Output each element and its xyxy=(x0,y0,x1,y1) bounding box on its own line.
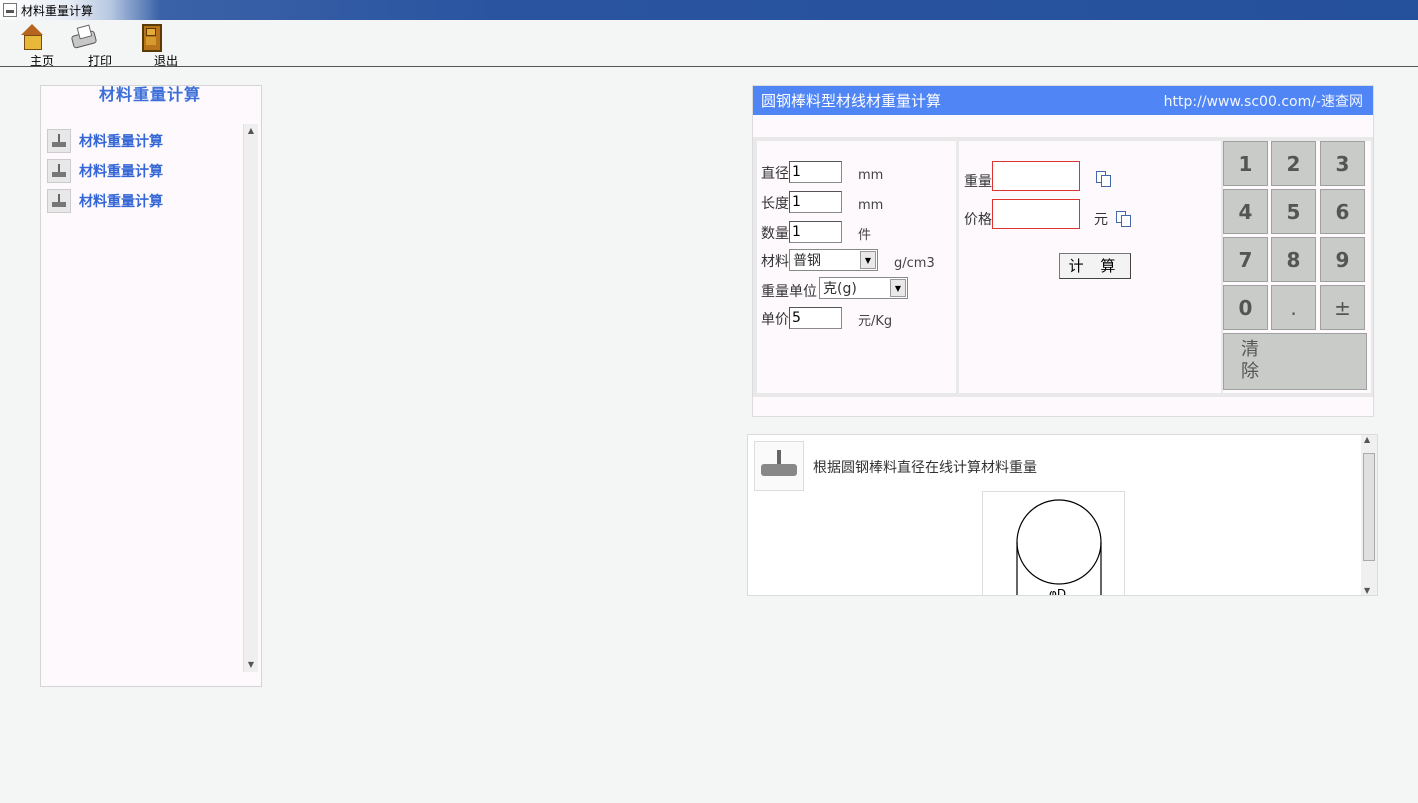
nav-item-label: 材料重量计算 xyxy=(79,194,163,210)
price-result-row: 价格 元 xyxy=(964,199,1131,229)
calculate-button[interactable]: 计 算 xyxy=(1059,253,1131,279)
unit-price-row: 单价 元/Kg xyxy=(761,307,892,329)
diameter-label: 直径 xyxy=(761,166,789,182)
chevron-down-icon[interactable]: ▼ xyxy=(860,251,876,269)
nav-item-label: 材料重量计算 xyxy=(79,134,163,150)
key-8[interactable]: 8 xyxy=(1271,237,1316,282)
scale-icon xyxy=(754,441,804,491)
scroll-down-arrow-icon[interactable]: ▼ xyxy=(244,658,258,672)
clear-label-2: 除 xyxy=(1241,361,1259,382)
key-1[interactable]: 1 xyxy=(1223,141,1268,186)
key-4[interactable]: 4 xyxy=(1223,189,1268,234)
density-unit: g/cm3 xyxy=(894,256,935,271)
site-url-link[interactable]: http://www.sc00.com/-速查网 xyxy=(1164,91,1363,111)
quantity-label: 数量 xyxy=(761,226,789,242)
scale-icon xyxy=(47,159,71,183)
nav-item[interactable]: 材料重量计算 xyxy=(47,126,163,156)
calculator-header: 圆钢棒料型材线材重量计算 http://www.sc00.com/-速查网 xyxy=(753,86,1373,115)
description-text: 根据圆钢棒料直径在线计算材料重量 xyxy=(813,460,1037,476)
description-panel: 根据圆钢棒料直径在线计算材料重量 φD ▲ ▼ xyxy=(747,434,1378,596)
weight-result-label: 重量 xyxy=(964,174,992,190)
app-icon xyxy=(3,3,17,17)
key-6[interactable]: 6 xyxy=(1320,189,1365,234)
weight-result-field[interactable] xyxy=(992,161,1080,191)
quantity-input[interactable] xyxy=(789,221,842,243)
weight-result-row: 重量 xyxy=(964,161,1111,191)
weight-unit-label: 重量单位 xyxy=(761,284,817,300)
home-label: 主页 xyxy=(30,54,55,68)
material-row: 材料 普钢 ▼ g/cm3 xyxy=(761,249,935,271)
diameter-symbol: φD xyxy=(1049,587,1066,596)
exit-label: 退出 xyxy=(154,54,179,68)
length-label: 长度 xyxy=(761,196,789,212)
material-select[interactable]: 普钢 ▼ xyxy=(789,249,878,271)
unit-price-unit: 元/Kg xyxy=(858,314,893,329)
print-label: 打印 xyxy=(88,54,113,68)
clear-button[interactable]: 清 除 xyxy=(1223,333,1367,390)
home-icon xyxy=(18,24,44,50)
left-nav-panel: 材料重量计算 材料重量计算 材料重量计算 材料重量计算 ▲ ▼ xyxy=(40,85,262,687)
key-plus-minus[interactable]: ± xyxy=(1320,285,1365,330)
calculator-panel: 圆钢棒料型材线材重量计算 http://www.sc00.com/-速查网 直径… xyxy=(752,85,1374,417)
key-3[interactable]: 3 xyxy=(1320,141,1365,186)
diameter-unit: mm xyxy=(858,168,884,183)
key-9[interactable]: 9 xyxy=(1320,237,1365,282)
length-input[interactable] xyxy=(789,191,842,213)
key-0[interactable]: 0 xyxy=(1223,285,1268,330)
price-result-field[interactable] xyxy=(992,199,1080,229)
numeric-keypad: 1 2 3 4 5 6 7 8 9 0 . ± 清 除 xyxy=(1223,141,1371,393)
nav-item[interactable]: 材料重量计算 xyxy=(47,156,163,186)
weight-unit-selected: 克(g) xyxy=(823,281,857,297)
copy-icon[interactable] xyxy=(1116,211,1131,227)
scroll-down-arrow-icon[interactable]: ▼ xyxy=(1364,586,1370,595)
exit-button[interactable]: 退出 xyxy=(137,24,187,68)
copy-icon[interactable] xyxy=(1096,171,1111,187)
chevron-down-icon[interactable]: ▼ xyxy=(890,279,906,297)
left-panel-title: 材料重量计算 xyxy=(98,85,201,104)
key-decimal[interactable]: . xyxy=(1271,285,1316,330)
calculator-body: 直径 mm 长度 mm 数量 件 材料 普钢 ▼ g/cm3 xyxy=(753,137,1373,397)
left-panel-scrollbar[interactable]: ▲ ▼ xyxy=(243,124,258,672)
scroll-thumb[interactable] xyxy=(1363,453,1375,561)
unit-price-label: 单价 xyxy=(761,312,789,328)
round-bar-diagram: φD xyxy=(982,491,1125,596)
material-selected: 普钢 xyxy=(793,253,821,269)
scale-icon xyxy=(47,129,71,153)
window-title: 材料重量计算 xyxy=(21,3,94,18)
home-button[interactable]: 主页 xyxy=(6,24,56,68)
quantity-unit: 件 xyxy=(858,228,872,243)
unit-price-input[interactable] xyxy=(789,307,842,329)
scroll-up-arrow-icon[interactable]: ▲ xyxy=(244,124,258,138)
printer-icon xyxy=(70,24,96,50)
key-5[interactable]: 5 xyxy=(1271,189,1316,234)
diameter-row: 直径 mm xyxy=(761,161,883,183)
length-row: 长度 mm xyxy=(761,191,883,213)
exit-door-icon xyxy=(137,24,163,52)
key-7[interactable]: 7 xyxy=(1223,237,1268,282)
weight-unit-select[interactable]: 克(g) ▼ xyxy=(819,277,908,299)
key-2[interactable]: 2 xyxy=(1271,141,1316,186)
results-column: 重量 价格 元 计 算 xyxy=(959,141,1221,393)
calculator-title: 圆钢棒料型材线材重量计算 xyxy=(761,92,942,110)
price-unit: 元 xyxy=(1094,212,1108,228)
weight-unit-row: 重量单位 克(g) ▼ xyxy=(761,277,908,301)
scale-icon xyxy=(47,189,71,213)
print-button[interactable]: 打印 xyxy=(70,24,120,68)
diameter-input[interactable] xyxy=(789,161,842,183)
nav-item-label: 材料重量计算 xyxy=(79,164,163,180)
description-scrollbar[interactable]: ▲ ▼ xyxy=(1361,435,1377,595)
window-titlebar: 材料重量计算 xyxy=(0,0,1418,20)
clear-label-1: 清 xyxy=(1241,339,1259,360)
nav-item[interactable]: 材料重量计算 xyxy=(47,186,163,216)
cylinder-diagram: φD xyxy=(1016,499,1102,596)
scroll-up-arrow-icon[interactable]: ▲ xyxy=(1364,435,1370,444)
price-result-label: 价格 xyxy=(964,212,992,228)
inputs-column: 直径 mm 长度 mm 数量 件 材料 普钢 ▼ g/cm3 xyxy=(757,141,956,393)
nav-list: 材料重量计算 材料重量计算 材料重量计算 xyxy=(47,126,163,216)
length-unit: mm xyxy=(858,198,884,213)
quantity-row: 数量 件 xyxy=(761,221,871,243)
toolbar: 主页 打印 退出 xyxy=(0,20,1418,68)
material-label: 材料 xyxy=(761,254,789,270)
